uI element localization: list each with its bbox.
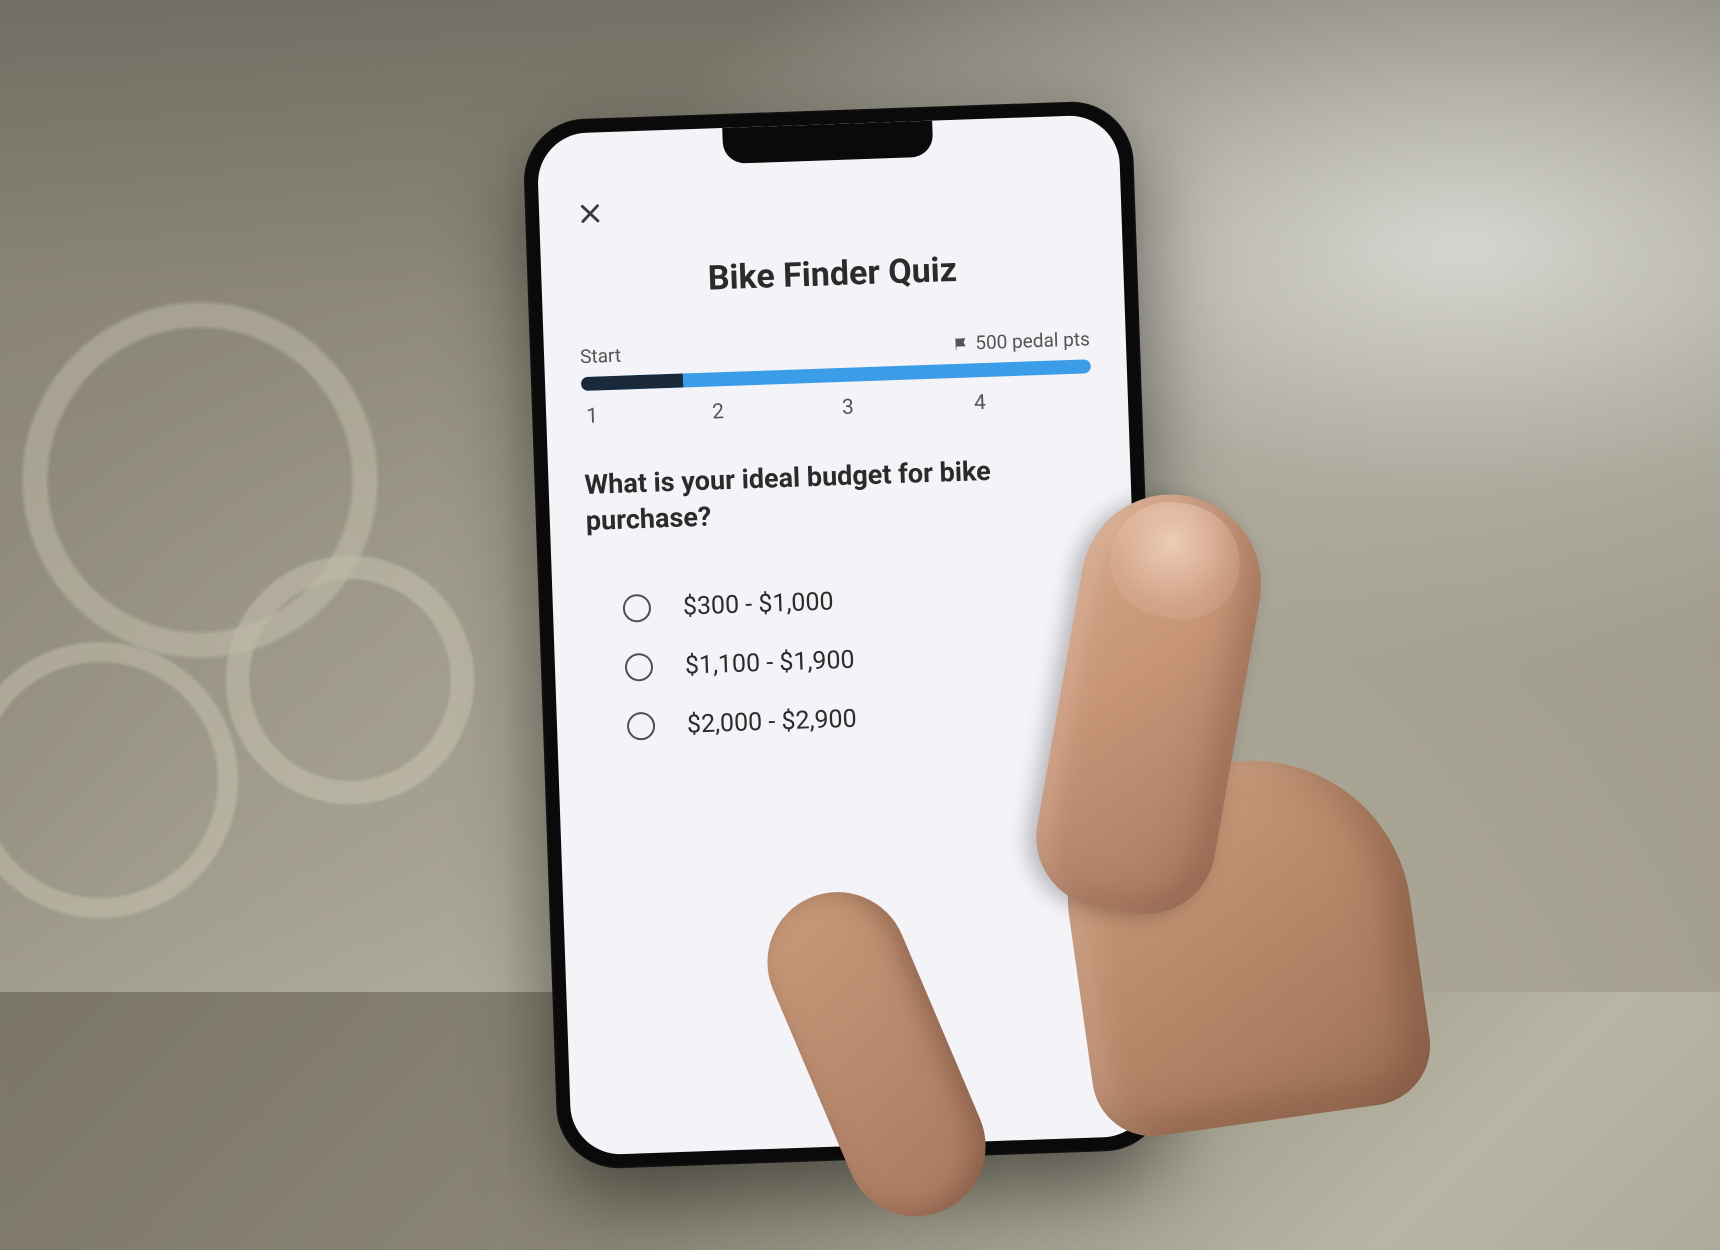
radio-icon (627, 712, 656, 741)
phone-device: Bike Finder Quiz Start 500 pedal pts (522, 100, 1168, 1171)
option-label: $300 - $1,000 (682, 587, 834, 621)
option-2[interactable]: $1,100 - $1,900 (625, 637, 1102, 683)
progress-reward-label: 500 pedal pts (975, 327, 1090, 354)
progress-section: Start 500 pedal pts 1 2 3 4 (580, 327, 1093, 429)
quiz-options: $300 - $1,000 $1,100 - $1,900 $2,000 - $… (588, 578, 1103, 743)
option-3[interactable]: $2,000 - $2,900 (627, 696, 1104, 742)
radio-icon (622, 594, 651, 623)
progress-steps: 1 2 3 4 (582, 387, 1093, 429)
step-2: 2 (702, 396, 829, 424)
app-content: Bike Finder Quiz Start 500 pedal pts (536, 114, 1140, 774)
radio-icon (625, 653, 654, 682)
option-label: $1,100 - $1,900 (684, 646, 855, 681)
progress-start-label: Start (580, 344, 622, 368)
close-button[interactable] (568, 192, 611, 235)
step-3: 3 (828, 392, 959, 421)
quiz-question: What is your ideal budget for bike purch… (584, 449, 1096, 540)
page-title: Bike Finder Quiz (577, 245, 1088, 303)
option-label: $2,000 - $2,900 (687, 705, 858, 740)
progress-reward: 500 pedal pts (953, 327, 1090, 355)
step-1: 1 (584, 401, 703, 429)
close-icon (577, 200, 604, 227)
phone-screen: Bike Finder Quiz Start 500 pedal pts (536, 114, 1153, 1156)
step-4: 4 (958, 387, 1091, 416)
option-1[interactable]: $300 - $1,000 (622, 578, 1099, 624)
flag-icon (953, 335, 970, 352)
phone-notch (722, 121, 933, 164)
progress-fill (581, 374, 683, 392)
